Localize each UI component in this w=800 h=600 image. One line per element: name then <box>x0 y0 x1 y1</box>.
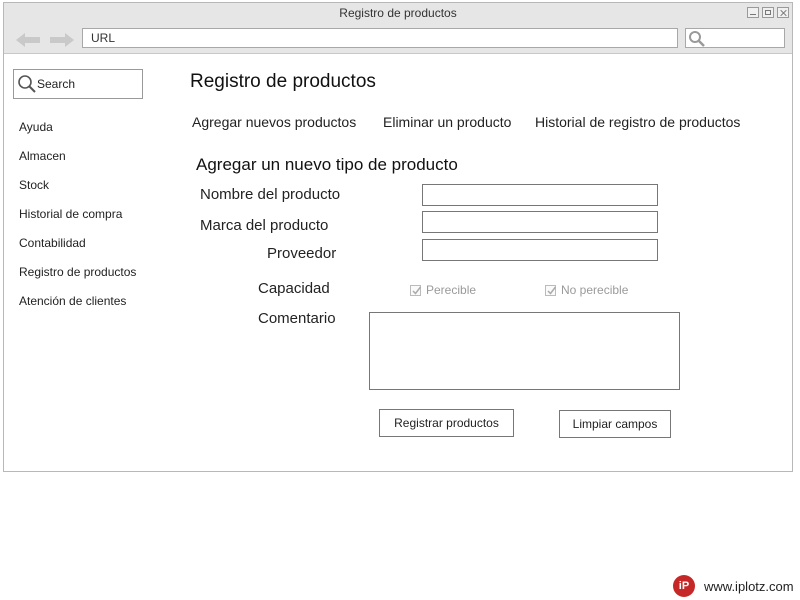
search-icon <box>689 31 705 47</box>
sidebar-search-label: Search <box>37 77 76 91</box>
check-icon <box>547 286 557 295</box>
clear-fields-button[interactable]: Limpiar campos <box>559 410 671 438</box>
sidebar-item-registro-productos[interactable]: Registro de productos <box>19 264 136 293</box>
no-perecible-label: No perecible <box>561 283 629 297</box>
sidebar-search-input[interactable]: Search <box>13 69 143 99</box>
form-heading: Agregar un nuevo tipo de producto <box>196 155 458 174</box>
page-title: Registro de productos <box>190 71 376 92</box>
maximize-icon[interactable] <box>762 7 774 18</box>
supplier-label: Proveedor <box>267 245 337 262</box>
back-arrow-icon[interactable] <box>16 33 40 47</box>
sidebar-item-atencion-clientes[interactable]: Atención de clientes <box>19 293 136 322</box>
window-controls <box>747 7 789 18</box>
perecible-option[interactable]: Perecible <box>410 283 476 297</box>
forward-arrow-icon[interactable] <box>50 33 74 47</box>
comment-textarea[interactable] <box>369 312 680 390</box>
perecible-label: Perecible <box>426 283 477 297</box>
tab-eliminar-producto[interactable]: Eliminar un producto <box>383 114 511 130</box>
search-icon <box>18 75 36 93</box>
tab-historial-registro[interactable]: Historial de registro de productos <box>535 114 740 130</box>
sidebar-item-almacen[interactable]: Almacen <box>19 148 136 177</box>
footer-branding: iP www.iplotz.com <box>673 575 794 597</box>
supplier-field[interactable] <box>422 239 658 261</box>
brand-label: Marca del producto <box>200 217 329 234</box>
brand-field[interactable] <box>422 211 658 233</box>
no-perecible-option[interactable]: No perecible <box>545 283 628 297</box>
no-perecible-checkbox[interactable] <box>545 284 557 296</box>
browser-search-input[interactable] <box>685 28 785 48</box>
sidebar-item-historial-compra[interactable]: Historial de compra <box>19 206 136 235</box>
tab-agregar-productos[interactable]: Agregar nuevos productos <box>192 114 356 130</box>
sidebar-nav: Ayuda Almacen Stock Historial de compra … <box>19 119 136 322</box>
footer-site-link[interactable]: www.iplotz.com <box>704 579 794 594</box>
iplotz-logo: iP <box>673 575 695 597</box>
url-bar[interactable]: URL <box>82 28 678 48</box>
sidebar-item-contabilidad[interactable]: Contabilidad <box>19 235 136 264</box>
perecible-checkbox[interactable] <box>410 284 422 296</box>
minimize-icon[interactable] <box>747 7 759 18</box>
capacity-label: Capacidad <box>258 280 330 297</box>
product-name-field[interactable] <box>422 184 658 206</box>
comment-label: Comentario <box>258 310 336 327</box>
register-products-button[interactable]: Registrar productos <box>379 409 514 437</box>
close-icon[interactable] <box>777 7 789 18</box>
title-bar: Registro de productos URL <box>4 3 792 54</box>
browser-window: Registro de productos URL Search Ayuda A… <box>3 2 793 472</box>
product-name-label: Nombre del producto <box>200 186 341 203</box>
sidebar-item-ayuda[interactable]: Ayuda <box>19 119 136 148</box>
sidebar-item-stock[interactable]: Stock <box>19 177 136 206</box>
check-icon <box>412 286 422 295</box>
window-title: Registro de productos <box>339 6 457 20</box>
